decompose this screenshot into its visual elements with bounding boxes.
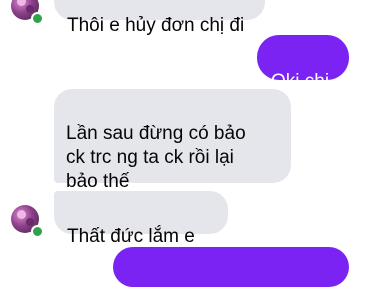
message-text: Thất đức lắm e: [67, 226, 195, 247]
online-status-icon: [31, 12, 44, 25]
outgoing-message-bubble[interactable]: [113, 247, 349, 287]
incoming-message-bubble[interactable]: Lần sau đừng có bảo ck trc ng ta ck rồi …: [54, 89, 291, 192]
online-status-icon: [31, 225, 44, 238]
incoming-message-bubble[interactable]: Thôi e hủy đơn chị đi: [54, 0, 265, 36]
outgoing-message-bubble[interactable]: Oki chị: [257, 35, 349, 92]
message-text: Oki chị: [271, 71, 330, 92]
message-text: Lần sau đừng có bảo ck trc ng ta ck rồi …: [66, 123, 246, 192]
message-text: Thôi e hủy đơn chị đi: [67, 15, 245, 36]
incoming-message-bubble[interactable]: Thất đức lắm e: [54, 191, 228, 247]
